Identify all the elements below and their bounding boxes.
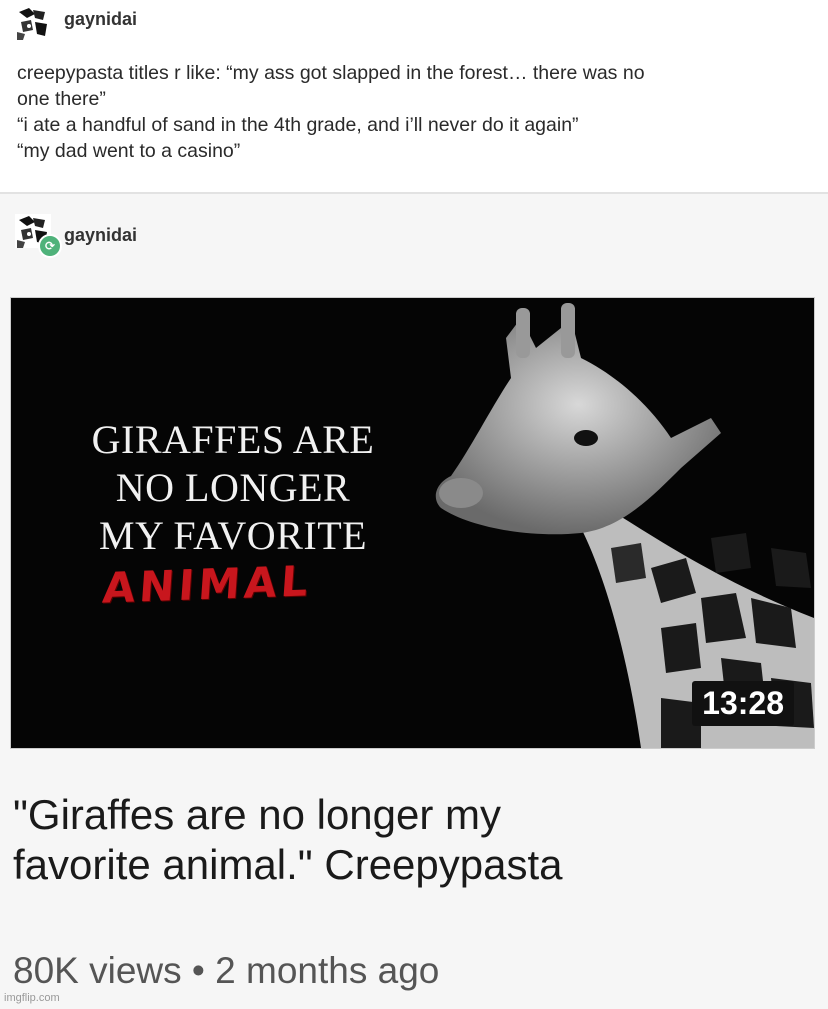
post-username[interactable]: gaynidai [64,9,137,30]
video-thumbnail[interactable]: GIRAFFES ARE NO LONGER MY FAVORITE ANIMA… [11,298,814,748]
reblog-icon: ⟳ [38,234,62,258]
avatar[interactable] [15,6,51,40]
post-line: “my dad went to a casino” [17,140,241,162]
post-line: creepypasta titles r like: “my ass got s… [17,62,645,84]
thumbnail-title: GIRAFFES ARE NO LONGER MY FAVORITE [33,416,433,560]
video-meta: 80K views • 2 months ago [13,950,440,991]
video-title[interactable]: "Giraffes are no longer my favorite anim… [13,790,813,890]
video-title-line: "Giraffes are no longer my [13,791,502,838]
post-username[interactable]: gaynidai [64,225,137,246]
post-line: “i ate a handful of sand in the 4th grad… [17,114,579,136]
thumbnail-line: GIRAFFES ARE [91,417,375,462]
thumbnail-line: MY FAVORITE [98,513,368,558]
video-title-line: favorite animal." Creepypasta [13,841,563,888]
watermark: imgflip.com [4,992,60,1004]
video-duration: 13:28 [692,681,794,726]
thumbnail-red-word: ANIMAL [100,556,314,613]
post-body: creepypasta titles r like: “my ass got s… [17,60,817,164]
post-original: gaynidai creepypasta titles r like: “my … [0,0,828,194]
post-line: one there” [17,88,106,110]
thumbnail-line: NO LONGER [115,465,351,510]
